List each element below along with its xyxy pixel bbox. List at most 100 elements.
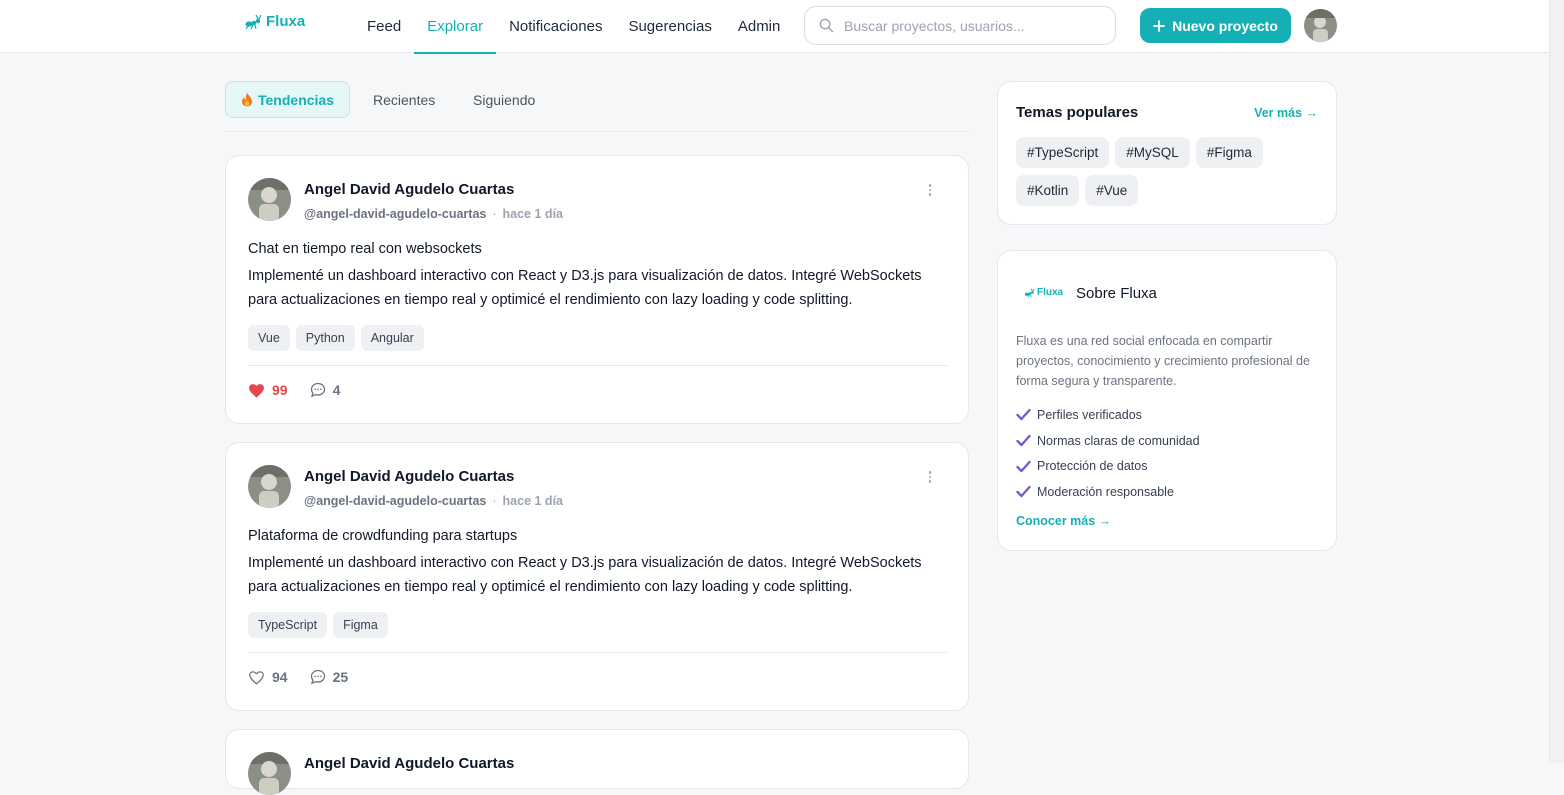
post-actions: 99 4 — [248, 382, 340, 398]
main-nav: Feed Explorar Notificaciones Sugerencias… — [354, 0, 794, 54]
heart-filled-icon — [249, 383, 264, 398]
nav-sugerencias[interactable]: Sugerencias — [615, 0, 724, 53]
avatar-photo — [1304, 9, 1337, 42]
comment-icon — [310, 669, 325, 685]
page-scrollbar[interactable] — [1549, 0, 1564, 763]
nav-explorar[interactable]: Explorar — [414, 0, 496, 54]
post-title: Plataforma de crowdfunding para startups — [248, 528, 518, 544]
author-name[interactable]: Angel David Agudelo Cuartas — [304, 468, 514, 485]
avatar-photo — [248, 178, 291, 221]
author-avatar[interactable] — [248, 752, 291, 795]
feature-label: Normas claras de comunidad — [1037, 433, 1200, 448]
like-button[interactable]: 94 — [248, 669, 288, 685]
ant-logo-icon — [245, 14, 262, 29]
topic-chip[interactable]: #Kotlin — [1016, 175, 1080, 206]
author-name[interactable]: Angel David Agudelo Cuartas — [304, 181, 514, 198]
post-divider — [248, 652, 947, 653]
about-title: Sobre Fluxa — [1076, 285, 1157, 302]
nav-feed[interactable]: Feed — [354, 0, 414, 53]
post-tags: TypeScript Figma — [248, 612, 388, 638]
post-tag[interactable]: Figma — [333, 612, 388, 638]
post-card: Angel David Agudelo Cuartas @angel-david… — [225, 442, 969, 711]
learn-more-link[interactable]: Conocer más → — [1016, 514, 1111, 528]
tab-recientes[interactable]: Recientes — [373, 81, 435, 118]
post-tags: Vue Python Angular — [248, 325, 424, 351]
plus-icon — [1153, 19, 1165, 32]
see-more-link[interactable]: Ver más → — [1254, 106, 1318, 120]
ant-logo-icon — [1024, 288, 1035, 297]
post-options-icon[interactable] — [923, 184, 937, 204]
feature-list: Perfiles verificados Normas claras de co… — [1016, 402, 1200, 505]
topic-chip[interactable]: #MySQL — [1115, 137, 1190, 168]
feed-tabs: Tendencias Recientes Siguiendo — [225, 81, 969, 132]
tab-tendencias-label: Tendencias — [258, 91, 334, 108]
topic-chip[interactable]: #Figma — [1195, 137, 1263, 168]
search-icon — [819, 18, 834, 33]
post-card: Angel David Agudelo Cuartas @angel-david… — [225, 155, 969, 424]
avatar-photo — [248, 465, 291, 508]
author-avatar[interactable] — [248, 465, 291, 508]
logo-text: Fluxa — [266, 13, 306, 30]
comment-count: 4 — [332, 382, 341, 398]
check-icon — [1016, 486, 1031, 498]
post-time: hace 1 día — [502, 207, 563, 221]
comment-button[interactable]: 4 — [310, 382, 341, 398]
topic-list: #TypeScript #MySQL #Figma #Kotlin #Vue — [1016, 137, 1326, 206]
feature-item: Protección de datos — [1016, 453, 1200, 479]
nav-notificaciones[interactable]: Notificaciones — [496, 0, 615, 53]
post-body: Implementé un dashboard interactivo con … — [248, 268, 922, 308]
like-count: 99 — [272, 382, 288, 398]
like-button[interactable]: 99 — [248, 382, 288, 398]
author-handle[interactable]: @angel-david-agudelo-cuartas — [304, 494, 486, 508]
post-tag[interactable]: Vue — [248, 325, 290, 351]
fluxa-logo[interactable]: Fluxa — [244, 13, 305, 30]
topic-chip[interactable]: #Vue — [1085, 175, 1139, 206]
check-icon — [1016, 409, 1031, 421]
post-card: Angel David Agudelo Cuartas — [225, 729, 969, 795]
feature-item: Normas claras de comunidad — [1016, 428, 1200, 454]
top-header: Fluxa Feed Explorar Notificaciones Suger… — [0, 0, 1549, 54]
popular-topics-card: Temas populares Ver más → #TypeScript #M… — [997, 81, 1337, 225]
post-tag[interactable]: Python — [295, 325, 355, 351]
feature-label: Protección de datos — [1037, 459, 1148, 474]
author-avatar[interactable] — [248, 178, 291, 221]
feature-item: Perfiles verificados — [1016, 402, 1200, 428]
tab-tendencias[interactable]: Tendencias — [225, 81, 350, 118]
nav-admin[interactable]: Admin — [725, 0, 794, 53]
new-project-label: Nuevo proyecto — [1172, 17, 1278, 34]
meta-separator: · — [492, 207, 497, 221]
comment-button[interactable]: 25 — [310, 669, 349, 685]
check-icon — [1016, 434, 1031, 447]
post-time: hace 1 día — [502, 494, 563, 508]
topic-chip[interactable]: #TypeScript — [1016, 137, 1110, 168]
about-logo-text: Fluxa — [1037, 287, 1064, 298]
about-logo: Fluxa — [1024, 287, 1063, 298]
feature-label: Perfiles verificados — [1037, 407, 1142, 422]
search-box — [804, 6, 1116, 45]
feature-label: Moderación responsable — [1037, 484, 1174, 499]
about-card: Fluxa Sobre Fluxa Fluxa es una red socia… — [997, 250, 1337, 551]
author-name[interactable]: Angel David Agudelo Cuartas — [304, 755, 514, 772]
post-title: Chat en tiempo real con websockets — [248, 241, 482, 257]
post-divider — [248, 365, 947, 366]
about-description: Fluxa es una red social enfocada en comp… — [1016, 334, 1310, 388]
post-actions: 94 25 — [248, 669, 348, 685]
avatar-photo — [248, 752, 291, 795]
user-avatar[interactable] — [1304, 9, 1337, 42]
new-project-button[interactable]: Nuevo proyecto — [1140, 8, 1291, 43]
author-handle[interactable]: @angel-david-agudelo-cuartas — [304, 207, 486, 221]
post-tag[interactable]: TypeScript — [248, 612, 328, 638]
heart-outline-icon — [249, 670, 264, 685]
comment-icon — [310, 382, 325, 398]
post-meta: @angel-david-agudelo-cuartas · hace 1 día — [304, 494, 563, 508]
popular-topics-title: Temas populares — [1016, 104, 1139, 121]
tab-siguiendo[interactable]: Siguiendo — [473, 81, 535, 118]
meta-separator: · — [492, 494, 497, 508]
fire-icon — [242, 92, 252, 107]
post-tag[interactable]: Angular — [360, 325, 424, 351]
feature-item: Moderación responsable — [1016, 479, 1200, 505]
like-count: 94 — [272, 669, 288, 685]
comment-count: 25 — [332, 669, 349, 685]
search-input[interactable] — [844, 17, 1094, 34]
post-options-icon[interactable] — [923, 471, 937, 491]
